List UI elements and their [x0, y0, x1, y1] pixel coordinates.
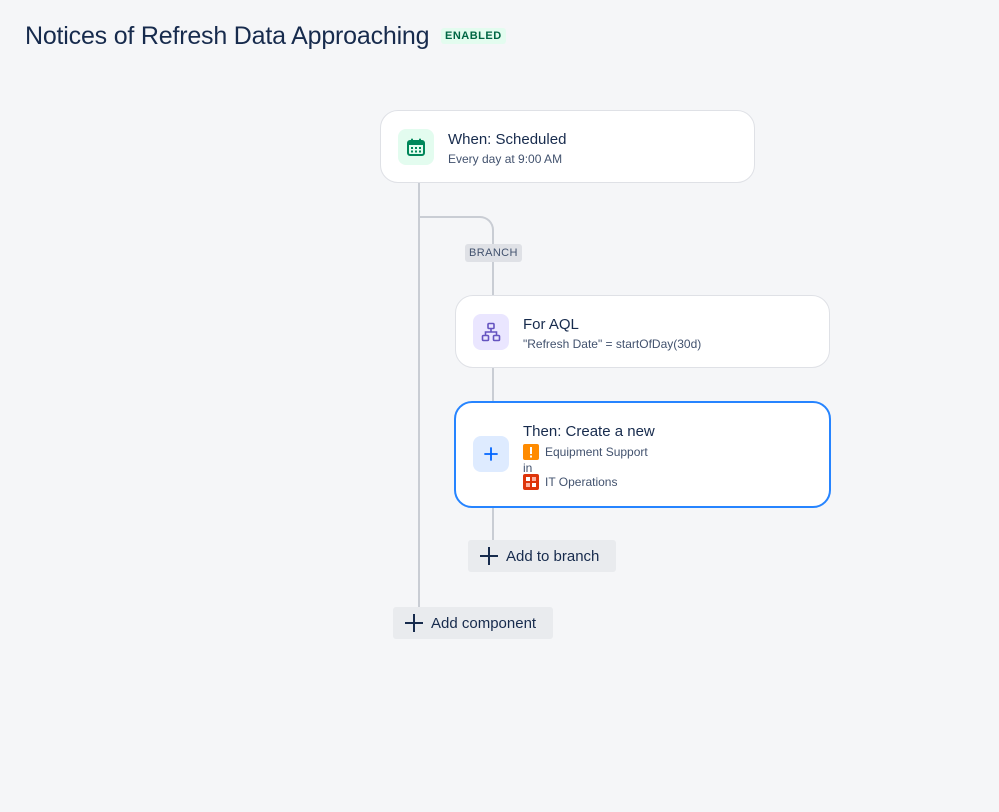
trigger-title: When: Scheduled: [448, 131, 567, 148]
branch-connector-line-bottom: [492, 507, 494, 541]
action-connector-text: in: [523, 461, 533, 475]
branch-condition-title: For AQL: [523, 316, 579, 333]
warning-icon: [523, 444, 539, 460]
add-to-branch-label: Add to branch: [506, 547, 600, 565]
plus-icon: [473, 436, 509, 472]
status-badge: ENABLED: [441, 28, 506, 44]
branch-badge: BRANCH: [465, 244, 522, 262]
main-connector-line: [418, 183, 420, 607]
branch-condition-card[interactable]: For AQL "Refresh Date" = startOfDay(30d): [455, 295, 830, 368]
project-label: IT Operations: [545, 475, 618, 489]
branch-connector-line-middle: [492, 368, 494, 402]
trigger-schedule: Every day at 9:00 AM: [448, 152, 563, 166]
plus-icon: [403, 612, 425, 634]
branch-connector-curve: [418, 216, 494, 246]
issue-type-label: Equipment Support: [545, 445, 648, 459]
plus-icon: [478, 545, 500, 567]
add-component-label: Add component: [431, 614, 537, 632]
add-component-button[interactable]: Add component: [393, 607, 553, 639]
action-card[interactable]: Then: Create a new Equipment Support in …: [454, 401, 831, 508]
project-icon: [523, 474, 539, 490]
hierarchy-icon: [473, 314, 509, 350]
calendar-icon: [398, 129, 434, 165]
page-title: Notices of Refresh Data Approaching: [25, 22, 430, 50]
action-project: IT Operations: [523, 474, 617, 490]
branch-connector-line-top: [492, 262, 494, 296]
trigger-card[interactable]: When: Scheduled Every day at 9:00 AM: [380, 110, 755, 183]
branch-condition-query: "Refresh Date" = startOfDay(30d): [523, 337, 702, 351]
add-to-branch-button[interactable]: Add to branch: [468, 540, 616, 572]
action-title: Then: Create a new: [523, 423, 655, 440]
action-issue-type: Equipment Support: [523, 444, 648, 460]
